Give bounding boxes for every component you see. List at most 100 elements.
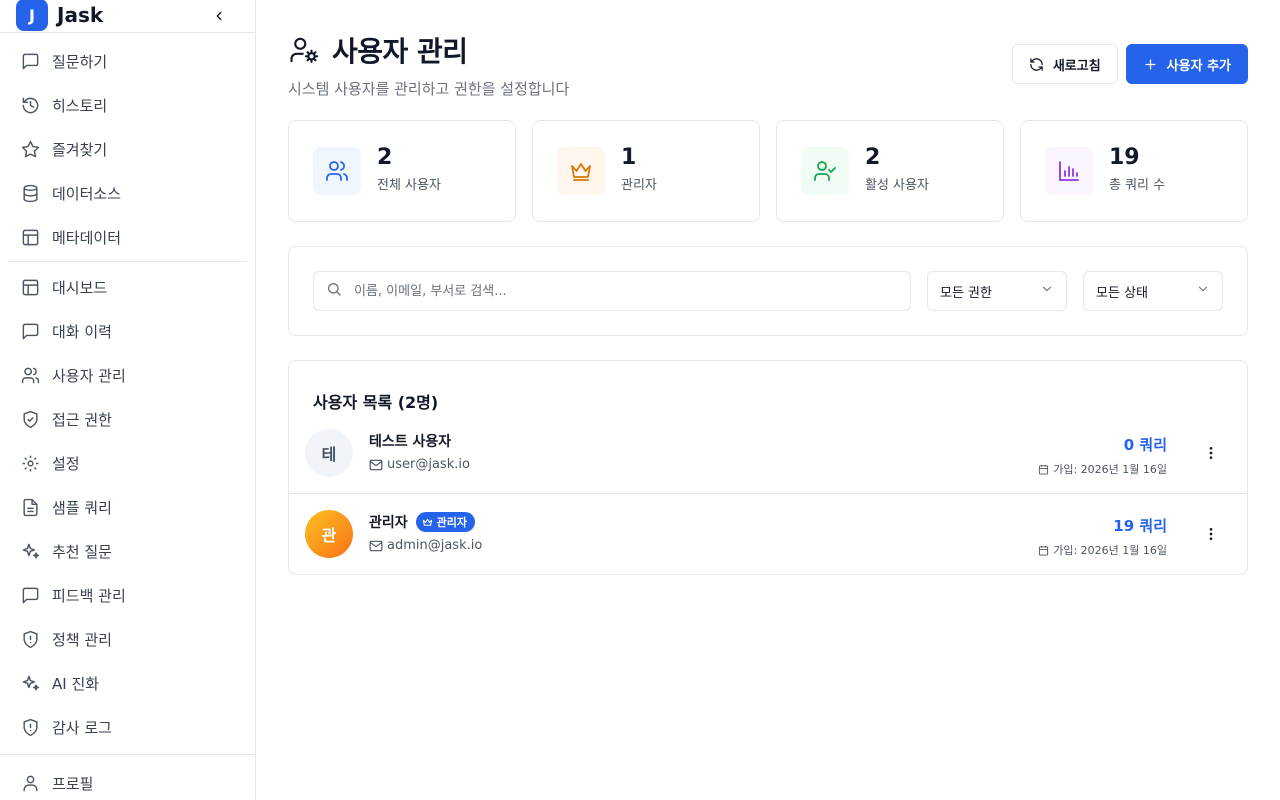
- database-icon: [20, 183, 40, 203]
- user-cog-icon: [288, 34, 320, 66]
- user-joined-date: 가입: 2026년 1월 16일: [1053, 463, 1167, 476]
- brand-name[interactable]: Jask: [57, 3, 103, 27]
- avatar: 테: [305, 429, 353, 477]
- sidebar-item-dashboard[interactable]: 대시보드: [0, 265, 255, 309]
- sidebar-item-label: 히스토리: [52, 96, 108, 115]
- brand: J Jask: [0, 0, 255, 33]
- calendar-icon: [1037, 463, 1049, 475]
- sidebar-item-label: 즐겨찾기: [52, 140, 108, 159]
- sparkles-icon: [20, 673, 40, 693]
- sidebar-item-sample-queries[interactable]: 샘플 쿼리: [0, 485, 255, 529]
- sidebar-item-label: 사용자 관리: [52, 366, 126, 385]
- role-filter-select[interactable]: 모든 권한: [927, 271, 1067, 311]
- user-query-count: 19 쿼리: [1113, 517, 1167, 535]
- sidebar-item-label: 대화 이력: [52, 322, 112, 341]
- main-content: 사용자 관리 시스템 사용자를 관리하고 권한을 설정합니다 새로고침 사용자 …: [257, 0, 1280, 800]
- status-filter-value: 모든 상태: [1096, 285, 1148, 301]
- admin-badge: 관리자: [415, 512, 476, 532]
- user-row[interactable]: 관 관리자 관리자 admin@jask.io 19 쿼리 가입: 2026년 …: [289, 495, 1247, 575]
- chevron-left-icon: [216, 11, 222, 21]
- header-actions: 새로고침 사용자 추가: [1011, 44, 1248, 84]
- table-icon: [20, 227, 40, 247]
- sidebar-footer: 프로필: [0, 761, 255, 800]
- plus-icon: [1143, 56, 1159, 72]
- sidebar-item-label: 정책 관리: [52, 630, 112, 649]
- brand-logo[interactable]: J: [16, 0, 48, 31]
- row-more-button[interactable]: [1201, 524, 1221, 544]
- mail-icon: [369, 458, 383, 472]
- sidebar-item-settings[interactable]: 설정: [0, 441, 255, 485]
- sidebar-item-label: 프로필: [52, 774, 94, 793]
- refresh-button[interactable]: 새로고침: [1011, 44, 1118, 84]
- title-row: 사용자 관리: [288, 30, 569, 70]
- admin-badge-label: 관리자: [436, 516, 468, 529]
- sidebar-item-ask[interactable]: 질문하기: [0, 39, 255, 83]
- role-filter-value: 모든 권한: [940, 285, 992, 301]
- stat-label: 활성 사용자: [865, 178, 929, 193]
- user-list-card: 사용자 목록 (2명) 테 테스트 사용자 user@jask.io 0 쿼리 …: [288, 360, 1248, 575]
- add-user-button-label: 사용자 추가: [1166, 58, 1231, 74]
- user-joined-date: 가입: 2026년 1월 16일: [1053, 544, 1167, 557]
- row-divider: [289, 493, 1247, 494]
- stat-card-total-users: 2 전체 사용자: [288, 120, 516, 222]
- gear-icon: [20, 453, 40, 473]
- stat-value: 19: [1109, 145, 1140, 170]
- sidebar-item-conversations[interactable]: 대화 이력: [0, 309, 255, 353]
- sidebar-item-audit-log[interactable]: 감사 로그: [0, 705, 255, 749]
- sidebar-item-policy[interactable]: 정책 관리: [0, 617, 255, 661]
- status-filter-select[interactable]: 모든 상태: [1083, 271, 1223, 311]
- sidebar-item-profile[interactable]: 프로필: [0, 761, 255, 800]
- user-list-title: 사용자 목록 (2명): [313, 393, 439, 412]
- stat-label: 관리자: [621, 178, 657, 193]
- search-icon: [326, 281, 342, 301]
- more-vertical-icon: [1209, 447, 1213, 459]
- collapse-sidebar-button[interactable]: [209, 6, 229, 26]
- stat-card-admins: 1 관리자: [532, 120, 760, 222]
- sidebar-divider: [8, 261, 247, 262]
- avatar: 관: [305, 510, 353, 558]
- user-icon: [20, 773, 40, 793]
- sidebar-item-datasource[interactable]: 데이터소스: [0, 171, 255, 215]
- crown-icon: [557, 147, 605, 195]
- sidebar-item-favorites[interactable]: 즐겨찾기: [0, 127, 255, 171]
- stat-value: 2: [865, 145, 881, 170]
- search-box[interactable]: [313, 271, 911, 311]
- stat-value: 1: [621, 145, 637, 170]
- sidebar-item-ai-evolution[interactable]: AI 진화: [0, 661, 255, 705]
- sidebar-item-feedback[interactable]: 피드백 관리: [0, 573, 255, 617]
- sidebar-item-label: AI 진화: [52, 674, 100, 693]
- sidebar-nav: 질문하기 히스토리 즐겨찾기 데이터소스 메타데이터 대시보드 대화 이력 사용…: [0, 33, 255, 749]
- search-input[interactable]: [354, 283, 894, 299]
- stat-card-active-users: 2 활성 사용자: [776, 120, 1004, 222]
- sidebar-item-label: 대시보드: [52, 278, 108, 297]
- message-square-icon: [20, 321, 40, 341]
- sidebar-divider: [0, 754, 255, 755]
- calendar-icon: [1037, 544, 1049, 556]
- stat-label: 총 쿼리 수: [1109, 178, 1166, 193]
- row-more-button[interactable]: [1201, 443, 1221, 463]
- user-row[interactable]: 테 테스트 사용자 user@jask.io 0 쿼리 가입: 2026년 1월…: [289, 414, 1247, 494]
- sidebar-item-metadata[interactable]: 메타데이터: [0, 215, 255, 259]
- sidebar-item-label: 피드백 관리: [52, 586, 126, 605]
- chevron-down-icon: [1196, 282, 1210, 300]
- add-user-button[interactable]: 사용자 추가: [1125, 44, 1248, 84]
- stats-row: 2 전체 사용자 1 관리자 2 활성 사용자 19 총 쿼리 수: [288, 120, 1248, 222]
- chevron-down-icon: [1040, 282, 1054, 300]
- sidebar-item-access[interactable]: 접근 권한: [0, 397, 255, 441]
- sidebar-item-label: 메타데이터: [52, 228, 122, 247]
- refresh-button-label: 새로고침: [1052, 58, 1101, 74]
- message-square-icon: [20, 585, 40, 605]
- sidebar-item-suggested[interactable]: 추천 질문: [0, 529, 255, 573]
- sidebar-item-label: 데이터소스: [52, 184, 122, 203]
- sidebar-item-users[interactable]: 사용자 관리: [0, 353, 255, 397]
- sidebar-item-label: 추천 질문: [52, 542, 112, 561]
- sparkles-icon: [20, 541, 40, 561]
- shield-alert-icon: [20, 717, 40, 737]
- layout-icon: [20, 277, 40, 297]
- user-name: 테스트 사용자: [369, 434, 452, 450]
- sidebar-item-label: 설정: [52, 454, 80, 473]
- history-icon: [20, 95, 40, 115]
- star-icon: [20, 139, 40, 159]
- file-text-icon: [20, 497, 40, 517]
- sidebar-item-history[interactable]: 히스토리: [0, 83, 255, 127]
